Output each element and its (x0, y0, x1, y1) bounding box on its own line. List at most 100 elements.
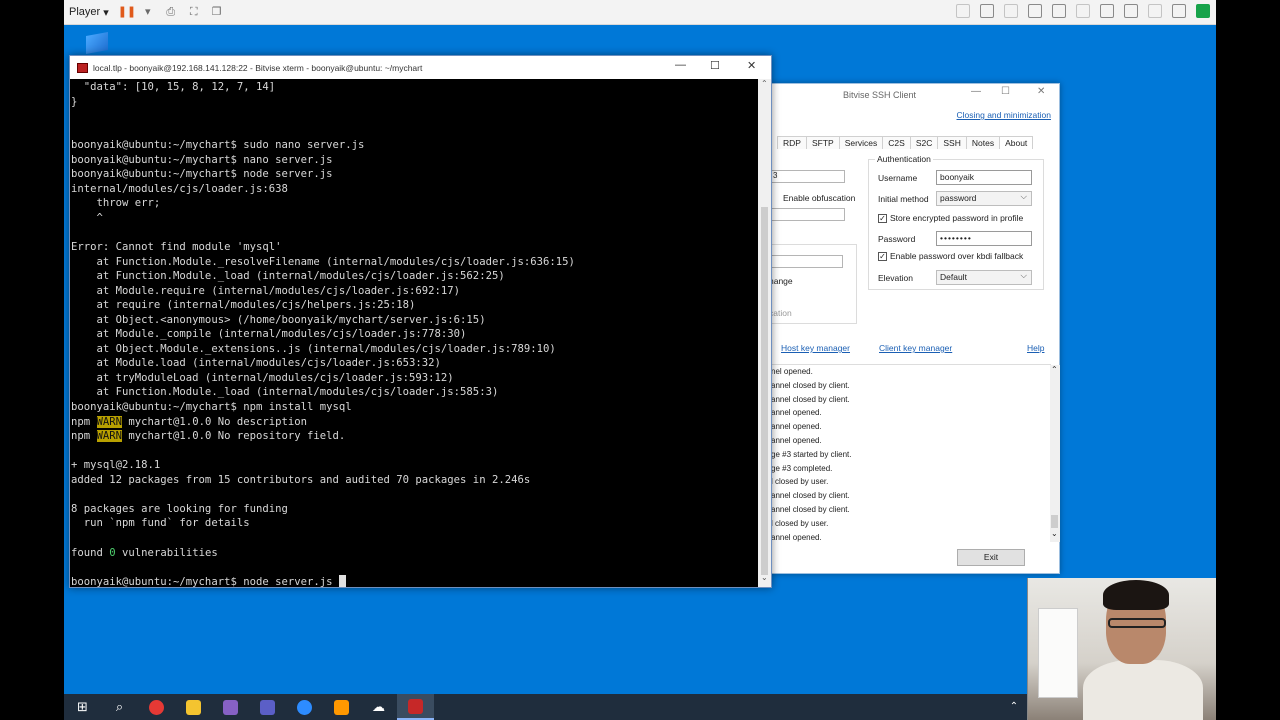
left-setting-field[interactable] (769, 255, 843, 268)
desktop-icon[interactable] (86, 32, 108, 54)
sound-icon[interactable] (1052, 4, 1066, 18)
maximize-icon[interactable]: ☐ (710, 59, 720, 72)
log-entry: ge #3 completed. (771, 463, 833, 473)
warn-badge: WARN (96, 415, 123, 428)
kbdi-fallback-checkbox[interactable]: ✓ Enable password over kbdi fallback (878, 251, 1023, 261)
obfuscation-checkbox[interactable]: Enable obfuscation (771, 192, 855, 203)
terminal-output[interactable]: "data": [10, 15, 8, 12, 7, 14]} boonyaik@… (70, 79, 758, 587)
warn-text: mychart@1.0.0 No repository field. (122, 430, 346, 443)
visual-studio-icon[interactable] (212, 694, 249, 720)
xterm-titlebar[interactable]: local.tlp - boonyaik@192.168.141.128:22 … (70, 56, 771, 79)
chevron-down-icon[interactable]: ▾ (141, 5, 155, 19)
send-keys-icon[interactable]: ⎙ (164, 5, 178, 19)
player-toolbar: Player ▾ ❚❚ ▾ ⎙ ⛶ ❐ (64, 0, 1216, 25)
fullscreen-icon[interactable]: ⛶ (187, 5, 201, 19)
display-icon[interactable] (1172, 4, 1186, 18)
terminal-line: run `npm fund` for details (71, 517, 250, 530)
floppy-icon[interactable] (1148, 4, 1162, 18)
terminal-line: boonyaik@ubuntu:~/mychart$ nano server.j… (71, 153, 333, 166)
pause-icon[interactable]: ❚❚ (118, 5, 136, 19)
sublime-icon[interactable] (323, 694, 360, 720)
tab-sftp[interactable]: SFTP (805, 136, 840, 149)
chevron-up-icon[interactable]: ⌃ (761, 79, 768, 88)
usb-icon[interactable] (1028, 4, 1042, 18)
printer-icon[interactable] (1100, 4, 1114, 18)
zoom-icon[interactable] (286, 694, 323, 720)
terminal-scrollbar[interactable]: ⌃ ⌄ (758, 79, 771, 587)
arrows-icon[interactable] (956, 4, 970, 18)
obfuscation-keyword-field[interactable] (771, 208, 845, 221)
tab-about[interactable]: About (999, 136, 1034, 149)
log-entry: ge #3 started by client. (771, 449, 852, 459)
close-icon[interactable]: ✕ (1037, 86, 1045, 97)
server-port-field[interactable]: 3 (771, 170, 845, 183)
tab-c2s[interactable]: C2S (882, 136, 911, 149)
initial-method-select[interactable]: password (936, 190, 1032, 206)
authentication-title: Authentication (875, 154, 933, 164)
terminal-line: ^ (71, 211, 103, 224)
ssh-client-title: Bitvise SSH Client (843, 90, 917, 100)
presenter-glasses (1108, 618, 1166, 628)
player-menu[interactable]: Player ▾ (69, 6, 109, 19)
terminal-line: at Module.load (internal/modules/cjs/loa… (71, 357, 441, 370)
unity-icon[interactable]: ❐ (210, 5, 224, 19)
check-icon: ✓ (878, 251, 887, 261)
terminal-scroll-thumb[interactable] (761, 207, 768, 575)
tab-s2c[interactable]: S2C (909, 136, 939, 149)
teams-icon[interactable] (249, 694, 286, 720)
terminal-line: boonyaik@ubuntu:~/mychart$ node server.j… (71, 168, 333, 181)
minimize-icon[interactable]: — (971, 86, 981, 97)
start-icon[interactable]: ⊞ (64, 694, 101, 720)
terminal-line: + mysql@2.18.1 (71, 459, 161, 472)
closing-minimization-link[interactable]: Closing and minimization (957, 110, 1052, 120)
tab-rdp[interactable]: RDP (777, 136, 807, 149)
warn-text: mychart@1.0.0 No description (122, 415, 307, 428)
ssh-client-titlebar[interactable]: Bitvise SSH Client — ☐ ✕ (771, 84, 1059, 106)
cd-icon[interactable] (1004, 4, 1018, 18)
player-menu-label: Player (69, 6, 101, 18)
chevron-down-icon[interactable]: ⌄ (761, 573, 768, 582)
log-entry: annel closed by client. (771, 380, 850, 390)
chevron-up-icon[interactable]: ⌃ (1004, 694, 1024, 720)
close-icon[interactable]: ✕ (747, 59, 756, 72)
password-label: Password (878, 233, 916, 244)
log-scroll-thumb[interactable] (1051, 515, 1058, 528)
chrome-icon[interactable] (138, 694, 175, 720)
maximize-icon[interactable]: ☐ (1001, 86, 1010, 97)
help-link[interactable]: Help (1027, 343, 1044, 353)
disk-icon[interactable] (1124, 4, 1138, 18)
tab-ssh[interactable]: SSH (937, 136, 967, 149)
file-explorer-icon[interactable] (175, 694, 212, 720)
terminal-cursor (338, 574, 346, 587)
tab-services[interactable]: Services (838, 136, 884, 149)
chevron-up-icon[interactable]: ⌃ (1051, 365, 1058, 374)
log-scrollbar[interactable]: ⌃ ⌄ (1050, 365, 1060, 542)
message-icon[interactable] (1196, 4, 1210, 18)
tab-notes[interactable]: Notes (965, 136, 1001, 149)
terminal-line: at Function.Module._load (internal/modul… (71, 386, 499, 399)
client-key-manager-link[interactable]: Client key manager (879, 343, 952, 353)
webcam-overlay (1027, 578, 1216, 720)
screen: Player ▾ ❚❚ ▾ ⎙ ⛶ ❐ Bitvise SSH Client —… (0, 0, 1280, 720)
cloud-icon[interactable]: ☁ (360, 694, 397, 720)
presenter-hair (1103, 580, 1169, 610)
search-icon[interactable]: ⌕ (101, 694, 138, 720)
bitvise-icon[interactable] (397, 694, 434, 720)
terminal-line: at require (internal/modules/cjs/helpers… (71, 299, 416, 312)
chevron-down-icon[interactable]: ⌄ (1051, 529, 1058, 538)
npm-prefix: npm (71, 415, 97, 428)
elevation-select[interactable]: Default (936, 269, 1032, 285)
kbdi-fallback-label: Enable password over kbdi fallback (890, 251, 1024, 261)
host-key-manager-link[interactable]: Host key manager (781, 343, 850, 353)
npm-prefix: npm (71, 430, 97, 443)
network-icon[interactable] (980, 4, 994, 18)
username-field[interactable]: boonyaik (936, 170, 1032, 185)
log-entry: annel closed by client. (771, 394, 850, 404)
exit-button[interactable]: Exit (957, 549, 1025, 566)
camera-icon[interactable] (1076, 4, 1090, 18)
minimize-icon[interactable]: — (675, 59, 686, 71)
store-password-checkbox[interactable]: ✓ Store encrypted password in profile (878, 213, 1023, 223)
password-field[interactable]: •••••••• (936, 231, 1032, 246)
